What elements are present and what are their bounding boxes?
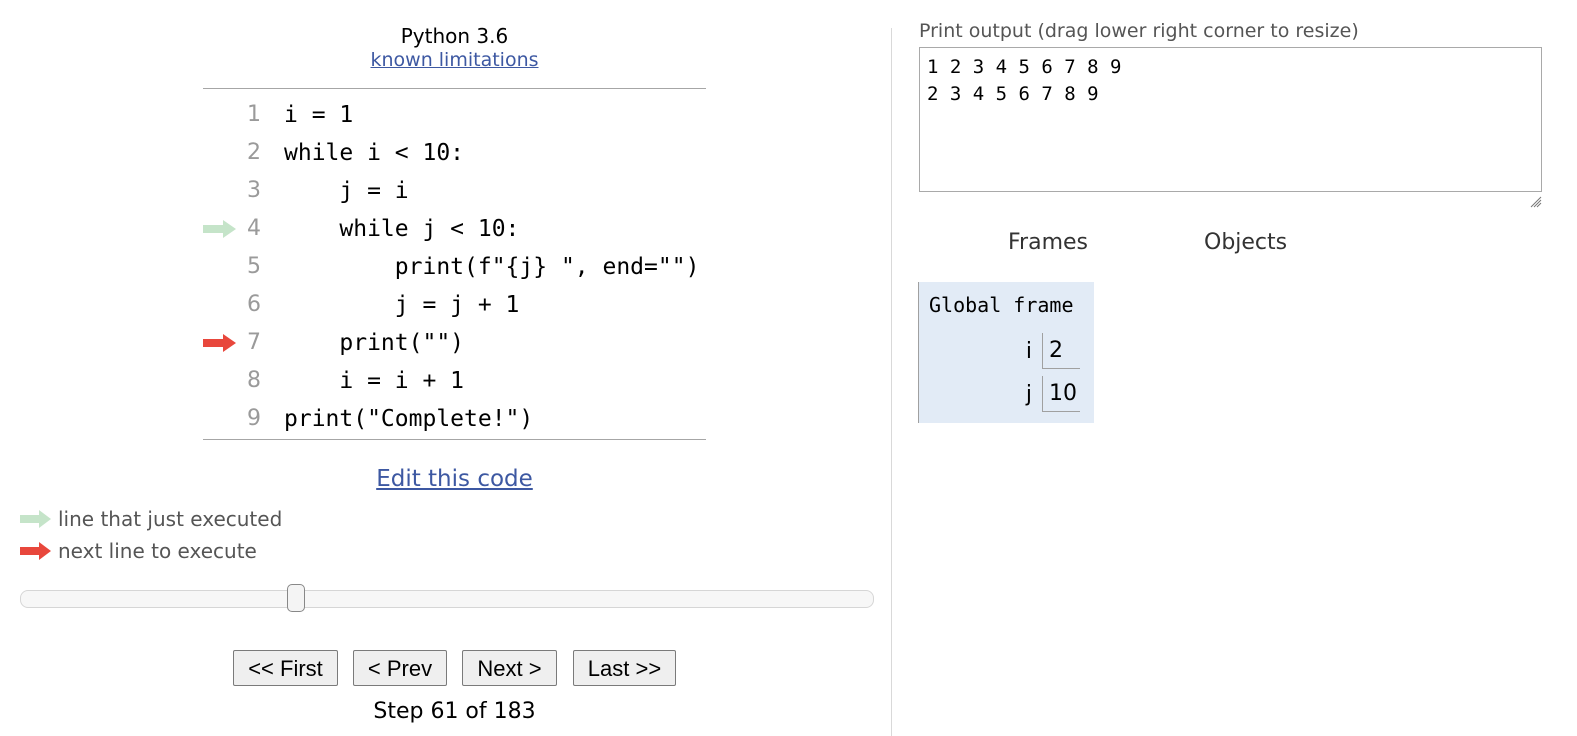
line-number: 4: [247, 216, 261, 241]
just-executed-arrow-icon: [20, 510, 51, 528]
code-line: 4 while j < 10:: [203, 210, 706, 248]
next-line-arrow-icon: [203, 334, 236, 352]
variable-name: i: [1025, 339, 1032, 364]
line-code: i = i + 1: [284, 368, 465, 394]
arrow-slot: [203, 257, 237, 277]
code-line: 6 j = j + 1: [203, 286, 706, 324]
pane-divider: [891, 28, 892, 736]
code-line: 8 i = i + 1: [203, 362, 706, 400]
resize-grip-icon[interactable]: [1530, 196, 1542, 208]
code-line: 9 print("Complete!"): [203, 400, 706, 438]
line-code: print(f"{j} ", end=""): [284, 254, 700, 280]
code-line: 5 print(f"{j} ", end=""): [203, 248, 706, 286]
line-code: while i < 10:: [284, 140, 465, 166]
arrow-slot: [203, 409, 237, 429]
line-code: while j < 10:: [284, 216, 520, 242]
print-output-box[interactable]: 1 2 3 4 5 6 7 8 9 2 3 4 5 6 7 8 9: [919, 47, 1542, 192]
line-code: j = i: [284, 178, 409, 204]
edit-code-link[interactable]: Edit this code: [376, 466, 533, 492]
step-slider-thumb[interactable]: [287, 584, 305, 612]
code-line: 7 print(""): [203, 324, 706, 362]
line-code: print("Complete!"): [284, 406, 534, 432]
prev-button[interactable]: < Prev: [353, 650, 447, 686]
arrow-slot: [203, 295, 237, 315]
code-line: 2 while i < 10:: [203, 134, 706, 172]
arrow-slot: [203, 143, 237, 163]
arrow-slot: [203, 105, 237, 125]
line-number: 9: [247, 406, 261, 431]
legend-label: next line to execute: [58, 539, 257, 563]
code-listing: 1 i = 1 2 while i < 10: 3 j = i 4 while …: [203, 88, 706, 440]
first-button[interactable]: << First: [233, 650, 338, 686]
next-button[interactable]: Next >: [462, 650, 557, 686]
line-number: 3: [247, 178, 261, 203]
legend-label: line that just executed: [58, 507, 283, 531]
step-slider-track[interactable]: [20, 590, 874, 608]
variable-name: j: [1025, 382, 1032, 407]
variable-value: 10: [1042, 376, 1080, 412]
line-number: 6: [247, 292, 261, 317]
step-counter: Step 61 of 183: [373, 699, 536, 724]
known-limitations-row: known limitations: [203, 48, 706, 72]
arrow-slot: [203, 219, 237, 239]
line-code: j = j + 1: [284, 292, 520, 318]
line-number: 1: [247, 102, 261, 127]
frames-heading: Frames: [1008, 230, 1089, 255]
print-output-label: Print output (drag lower right corner to…: [919, 20, 1359, 42]
variable-value: 2: [1042, 333, 1080, 369]
arrow-slot: [203, 371, 237, 391]
line-number: 5: [247, 254, 261, 279]
line-code: i = 1: [284, 102, 354, 128]
frame-title: Global frame: [929, 293, 1074, 317]
code-line: 3 j = i: [203, 172, 706, 210]
edit-code-row: Edit this code: [203, 464, 706, 494]
next-line-arrow-icon: [20, 542, 51, 560]
code-line: 1 i = 1: [203, 96, 706, 134]
just-executed-arrow-icon: [203, 220, 236, 238]
known-limitations-link[interactable]: known limitations: [370, 49, 538, 71]
last-button[interactable]: Last >>: [573, 650, 676, 686]
line-number: 2: [247, 140, 261, 165]
line-number: 8: [247, 368, 261, 393]
line-code: print(""): [284, 330, 465, 356]
objects-heading: Objects: [1204, 230, 1288, 255]
line-number: 7: [247, 330, 261, 355]
language-title: Python 3.6: [400, 24, 509, 48]
arrow-slot: [203, 333, 237, 353]
arrow-slot: [203, 181, 237, 201]
